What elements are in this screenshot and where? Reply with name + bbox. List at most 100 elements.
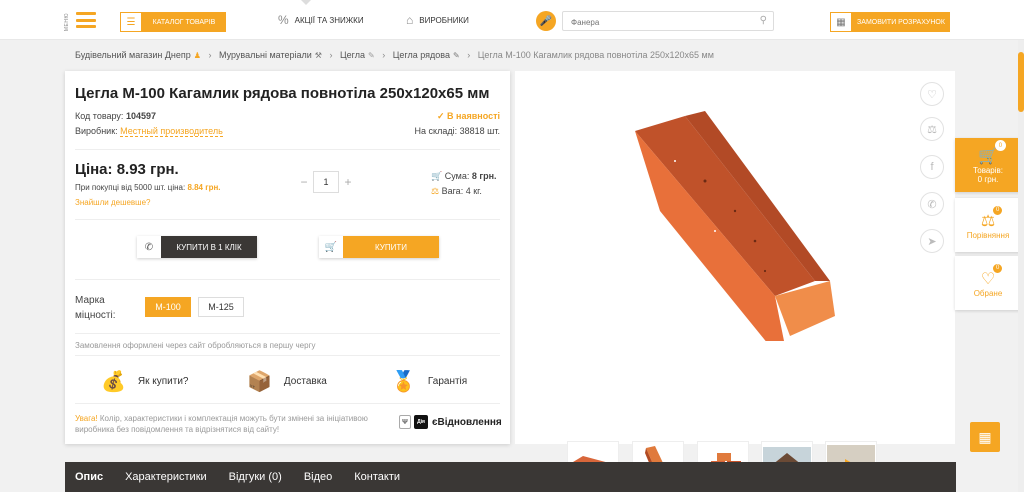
availability-status: ✓ В наявності xyxy=(436,111,500,121)
product-title: Цегла М-100 Кагамлик рядова повнотіла 25… xyxy=(75,85,490,102)
breadcrumb-brick[interactable]: Цегла xyxy=(340,50,365,60)
sum-info: 🛒 Сума: 8 грн. xyxy=(431,171,497,181)
cart-label: Товарів: xyxy=(972,166,1004,175)
plus-button[interactable]: + xyxy=(339,175,357,189)
breadcrumb-masonry[interactable]: Мурувальні матеріали xyxy=(219,50,312,60)
bulk-price: При покупці від 5000 шт. ціна: 8.84 грн. xyxy=(75,183,221,192)
quantity-input[interactable]: 1 xyxy=(313,171,339,193)
search-icon[interactable]: ⚲ xyxy=(760,15,767,26)
promo-label: Акції та знижки xyxy=(294,15,364,25)
weight-value: 4 кг. xyxy=(465,186,482,196)
price-value: 8.93 грн. xyxy=(116,161,179,178)
bulk-price-value: 8.84 грн. xyxy=(187,183,221,192)
scales-icon: ⚖ 0 xyxy=(981,204,1004,231)
divider xyxy=(75,355,500,356)
grade-option-m125[interactable]: М-125 xyxy=(198,297,244,317)
quantity-stepper: − 1 + xyxy=(295,171,375,193)
heart-icon[interactable]: ♡ xyxy=(920,82,944,106)
sum-value: 8 грн. xyxy=(471,171,497,181)
breadcrumb-row-brick[interactable]: Цегла рядова xyxy=(393,50,450,60)
maker-link[interactable]: Местный производитель xyxy=(120,126,223,137)
order-calculation-label: Замовити розрахунок xyxy=(852,12,950,32)
divider xyxy=(75,333,500,334)
tab-characteristics[interactable]: Характеристики xyxy=(125,471,207,483)
tab-description[interactable]: Опис xyxy=(75,471,103,483)
hammer-icon: ✎ xyxy=(452,51,460,60)
compare-count-badge: 0 xyxy=(992,204,1004,216)
order-note: Замовлення оформлені через сайт обробляю… xyxy=(75,341,316,350)
medal-icon: 🏅 xyxy=(391,371,416,393)
phone-icon: ✆ xyxy=(137,236,161,258)
delivery-label: Доставка xyxy=(283,376,327,387)
hamburger-icon xyxy=(76,12,96,28)
tools-icon: ⚒ xyxy=(314,51,322,60)
breadcrumb-home[interactable]: Будівельний магазин Днепр xyxy=(75,50,191,60)
grade-option-m100[interactable]: М-100 xyxy=(145,297,191,317)
warranty-label: Гарантія xyxy=(427,376,468,387)
minus-button[interactable]: − xyxy=(295,175,313,189)
price: Ціна: 8.93 грн. xyxy=(75,161,179,178)
product-maker: Виробник: Местный производитель xyxy=(75,126,223,137)
scales-icon[interactable]: ⚖ xyxy=(920,117,944,141)
heart-icon: ♡ 0 xyxy=(981,262,1004,289)
breadcrumb: Будівельний магазин Днепр ♟ › Мурувальні … xyxy=(75,50,714,60)
product-tabs: Опис Характеристики Відгуки (0) Відео Ко… xyxy=(65,462,956,492)
compare-widget[interactable]: ⚖ 0 Порівняння xyxy=(955,198,1021,252)
list-icon: ☰ xyxy=(120,12,142,32)
grade-label: Марка міцності: xyxy=(75,295,116,321)
top-header: МЕНЮ ☰ Каталог товарів % Акції та знижки… xyxy=(0,0,1024,40)
divider xyxy=(75,279,500,280)
microphone-icon[interactable]: 🎤 xyxy=(536,11,556,31)
scrollbar-thumb[interactable] xyxy=(1018,52,1024,112)
trowel-icon: ✎ xyxy=(368,51,375,60)
weight-icon: ⚖ xyxy=(431,186,440,196)
how-to-buy-link[interactable]: 💰 Як купити? xyxy=(101,369,189,394)
worker-icon: ♟ xyxy=(193,51,201,60)
tab-video[interactable]: Відео xyxy=(304,471,332,483)
catalog-button[interactable]: ☰ Каталог товарів xyxy=(120,12,226,32)
product-code: Код товару: 104597 xyxy=(75,111,156,121)
scrollbar[interactable] xyxy=(1018,40,1024,492)
diia-logo: Дія xyxy=(414,415,428,429)
product-code-value: 104597 xyxy=(125,111,156,121)
brands-link[interactable]: ⌂ Виробники xyxy=(406,13,469,27)
telegram-icon[interactable]: ➤ xyxy=(920,229,944,253)
menu-toggle[interactable]: МЕНЮ xyxy=(64,10,100,32)
catalog-label: Каталог товарів xyxy=(142,12,226,32)
calculator-icon[interactable]: ▦ xyxy=(970,422,1000,452)
brands-label: Виробники xyxy=(419,15,469,25)
divider xyxy=(75,403,500,404)
how-to-buy-label: Як купити? xyxy=(137,376,189,387)
delivery-link[interactable]: 📦 Доставка xyxy=(247,369,327,394)
evidnovlennia-badge[interactable]: Ψ Дія єВідновлення xyxy=(399,415,502,429)
product-info-card: Цегла М-100 Кагамлик рядова повнотіла 25… xyxy=(65,71,510,444)
warranty-link[interactable]: 🏅 Гарантія xyxy=(391,369,467,394)
money-icon: 💰 xyxy=(101,371,126,393)
viber-icon[interactable]: ✆ xyxy=(920,192,944,216)
cart-count-badge: 0 xyxy=(994,140,1006,151)
evidnovlennia-label: єВідновлення xyxy=(432,416,502,428)
buy-one-click-button[interactable]: ✆ Купити в 1 клік xyxy=(137,236,257,258)
search-input[interactable] xyxy=(563,13,743,32)
cheaper-link[interactable]: Знайшли дешевше? xyxy=(75,198,151,207)
buy-button[interactable]: 🛒 Купити xyxy=(319,236,439,258)
favorites-widget[interactable]: ♡ 0 Обране xyxy=(955,256,1021,310)
divider xyxy=(75,149,500,150)
product-main-image[interactable] xyxy=(615,111,845,341)
percent-icon: % xyxy=(278,13,289,27)
cart-widget[interactable]: 🛒 0 Товарів: 0 грн. xyxy=(955,138,1021,192)
stock-value: 38818 шт. xyxy=(459,126,500,136)
order-calculation-button[interactable]: ▦ Замовити розрахунок xyxy=(830,12,950,32)
cart-icon: 🛒 xyxy=(431,171,443,181)
trident-icon: Ψ xyxy=(399,415,411,429)
tab-contacts[interactable]: Контакти xyxy=(354,471,400,483)
favorites-label: Обране xyxy=(973,288,1003,298)
warning-text: Увага! Колір, характеристики і комплекта… xyxy=(75,414,368,434)
cart-icon: 🛒 0 xyxy=(978,140,1006,166)
promo-link[interactable]: % Акції та знижки xyxy=(278,13,364,27)
favorites-count-badge: 0 xyxy=(992,262,1004,274)
menu-label: МЕНЮ xyxy=(64,13,70,32)
tab-reviews[interactable]: Відгуки (0) xyxy=(229,471,282,483)
facebook-icon[interactable]: f xyxy=(920,155,944,179)
compare-label: Порівняння xyxy=(966,230,1010,240)
